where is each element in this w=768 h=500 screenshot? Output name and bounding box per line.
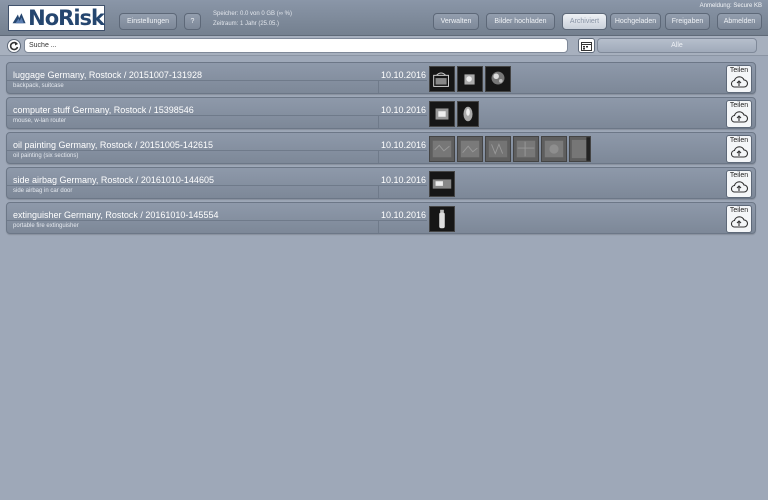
login-status: Anmeldung: Secure KB (699, 3, 762, 9)
filter-select[interactable]: Alle (597, 38, 757, 53)
norisk-logo-icon (12, 12, 27, 24)
list-item[interactable]: extinguisher Germany, Rostock / 20161010… (6, 202, 756, 234)
row-divider (378, 116, 379, 128)
row-divider (7, 185, 427, 186)
thumbnail-image[interactable] (541, 136, 567, 162)
share-label: Teilen (729, 172, 749, 179)
share-button[interactable]: Teilen (726, 170, 752, 198)
item-date: 10.10.2016 (381, 175, 427, 185)
item-date: 10.10.2016 (381, 70, 427, 80)
calendar-icon[interactable] (578, 38, 595, 53)
thumbnail-strip (429, 66, 511, 92)
search-bar: Alle (0, 36, 768, 56)
thumbnail-image[interactable] (513, 136, 539, 162)
cloud-upload-icon (730, 146, 749, 158)
row-divider (378, 221, 379, 233)
help-button[interactable]: ? (184, 13, 201, 30)
thumbnail-image[interactable] (429, 101, 455, 127)
share-button[interactable]: Teilen (726, 65, 752, 93)
row-divider (378, 186, 379, 198)
thumbnail-image[interactable] (457, 101, 479, 127)
cloud-upload-icon (730, 181, 749, 193)
item-title: luggage Germany, Rostock / 20151007-1319… (13, 70, 202, 80)
cloud-upload-icon (730, 216, 749, 228)
thumbnail-image[interactable] (485, 66, 511, 92)
list-item[interactable]: side airbag Germany, Rostock / 20161010-… (6, 167, 756, 199)
archive-list: luggage Germany, Rostock / 20151007-1319… (6, 62, 756, 237)
logo-text: NoRisk (28, 6, 105, 30)
item-subtitle: oil painting (six sections) (13, 153, 79, 159)
logout-button[interactable]: Abmelden (717, 13, 762, 30)
item-subtitle: portable fire extinguisher (13, 223, 79, 229)
share-button[interactable]: Teilen (726, 205, 752, 233)
thumbnail-image[interactable] (429, 66, 455, 92)
thumbnail-strip (429, 171, 455, 197)
thumbnail-strip (429, 101, 479, 127)
thumbnail-strip (429, 206, 455, 232)
list-item[interactable]: computer stuff Germany, Rostock / 153985… (6, 97, 756, 129)
share-label: Teilen (729, 137, 749, 144)
thumbnail-image[interactable] (457, 66, 483, 92)
top-bar: NoRisk Einstellungen ? Speicher: 0.0 von… (0, 0, 768, 36)
period-info: Zeitraum: 1 Jahr (25.05.) (213, 21, 280, 27)
settings-button[interactable]: Einstellungen (119, 13, 177, 30)
thumbnail-image[interactable] (429, 136, 455, 162)
item-title: oil painting Germany, Rostock / 20151005… (13, 140, 213, 150)
thumbnail-image[interactable] (569, 136, 591, 162)
row-divider (7, 115, 427, 116)
row-divider (7, 220, 427, 221)
item-date: 10.10.2016 (381, 140, 427, 150)
row-divider (7, 80, 427, 81)
list-item[interactable]: oil painting Germany, Rostock / 20151005… (6, 132, 756, 164)
share-button[interactable]: Teilen (726, 135, 752, 163)
cloud-upload-icon (730, 111, 749, 123)
thumbnail-strip (429, 136, 591, 162)
thumbnail-image[interactable] (429, 206, 455, 232)
tab-uploaded[interactable]: Hochgeladen (610, 13, 661, 30)
item-title: side airbag Germany, Rostock / 20161010-… (13, 175, 214, 185)
item-subtitle: side airbag in car door (13, 188, 73, 194)
share-button[interactable]: Teilen (726, 100, 752, 128)
tab-shares[interactable]: Freigaben (665, 13, 710, 30)
thumbnail-image[interactable] (429, 171, 455, 197)
thumbnail-image[interactable] (485, 136, 511, 162)
search-input[interactable] (24, 38, 568, 53)
storage-info: Speicher: 0.0 von 0 GB (∞ %) (213, 11, 292, 17)
item-subtitle: backpack, suitcase (13, 83, 64, 89)
thumbnail-image[interactable] (457, 136, 483, 162)
list-item[interactable]: luggage Germany, Rostock / 20151007-1319… (6, 62, 756, 94)
row-divider (378, 81, 379, 93)
cloud-upload-icon (730, 76, 749, 88)
item-date: 10.10.2016 (381, 105, 427, 115)
share-label: Teilen (729, 67, 749, 74)
item-title: computer stuff Germany, Rostock / 153985… (13, 105, 194, 115)
logo: NoRisk (8, 5, 105, 31)
tab-archived[interactable]: Archiviert (562, 13, 607, 30)
upload-images-button[interactable]: Bilder hochladen (486, 13, 555, 30)
refresh-icon[interactable] (7, 39, 21, 53)
item-title: extinguisher Germany, Rostock / 20161010… (13, 210, 219, 220)
manage-button[interactable]: Verwalten (433, 13, 479, 30)
row-divider (378, 151, 379, 163)
share-label: Teilen (729, 207, 749, 214)
item-date: 10.10.2016 (381, 210, 427, 220)
item-subtitle: mouse, w-lan router (13, 118, 67, 124)
row-divider (7, 150, 427, 151)
share-label: Teilen (729, 102, 749, 109)
